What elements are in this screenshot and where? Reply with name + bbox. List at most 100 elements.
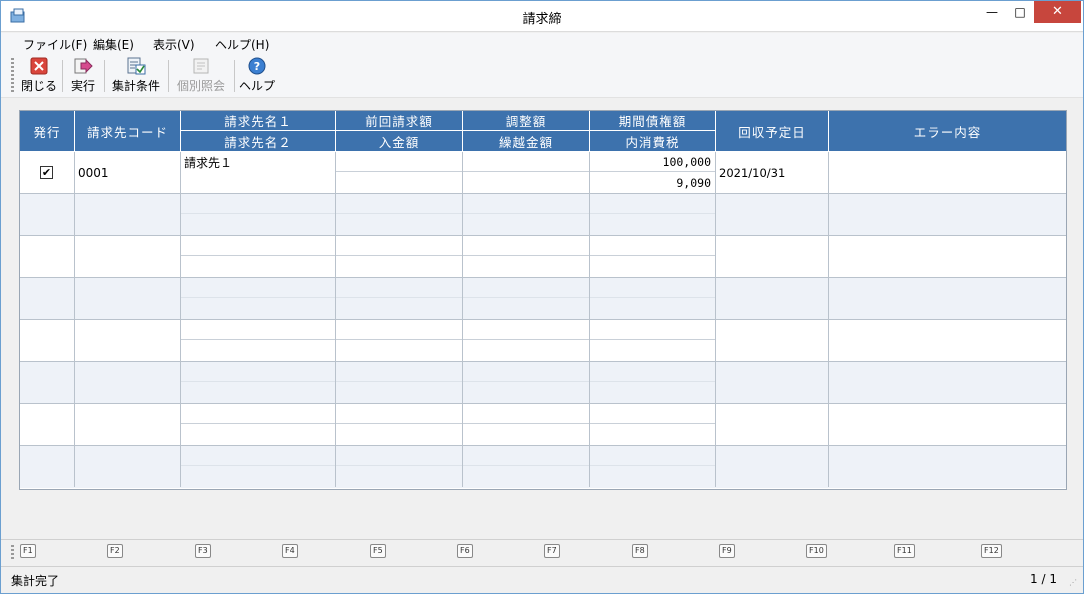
run-button[interactable]: 実行 xyxy=(67,57,99,95)
name1-subcell[interactable] xyxy=(181,446,335,466)
period-debt-subcell[interactable] xyxy=(590,446,715,466)
prev-billing-subcell[interactable] xyxy=(336,446,462,466)
f6-key[interactable]: F6 xyxy=(457,544,473,558)
period-debt-subcell[interactable] xyxy=(590,236,715,256)
error-cell[interactable] xyxy=(829,446,1066,487)
adjustment-cell[interactable] xyxy=(463,194,590,235)
header-prev-billing[interactable]: 前回請求額 xyxy=(336,111,463,131)
adjustment-subcell[interactable] xyxy=(463,320,589,340)
prev-billing-cell[interactable] xyxy=(336,236,463,277)
f12-key[interactable]: F12 xyxy=(981,544,1002,558)
name1-subcell[interactable] xyxy=(181,278,335,298)
header-name2[interactable]: 請求先名２ xyxy=(181,131,336,152)
name-cell[interactable] xyxy=(181,278,336,319)
adjustment-subcell[interactable] xyxy=(463,446,589,466)
issue-cell[interactable] xyxy=(20,404,75,445)
table-row[interactable] xyxy=(20,278,1066,320)
adjustment-subcell[interactable] xyxy=(463,194,589,214)
conditions-button[interactable]: 集計条件 xyxy=(109,57,163,95)
name1-subcell[interactable] xyxy=(181,194,335,214)
f11-key[interactable]: F11 xyxy=(894,544,915,558)
resize-grip-icon[interactable]: ⋰ xyxy=(1069,578,1079,588)
header-issue[interactable]: 発行 xyxy=(20,111,75,152)
adjustment-cell[interactable] xyxy=(463,278,590,319)
error-cell[interactable] xyxy=(829,320,1066,361)
prev-billing-cell[interactable] xyxy=(336,194,463,235)
collect-date-cell[interactable] xyxy=(716,236,829,277)
error-cell[interactable] xyxy=(829,278,1066,319)
name1-subcell[interactable] xyxy=(181,236,335,256)
menu-help[interactable]: ヘルプ(H) xyxy=(215,36,269,53)
prev-billing-subcell[interactable] xyxy=(336,194,462,214)
name1-subcell[interactable] xyxy=(181,362,335,382)
menu-view[interactable]: 表示(V) xyxy=(153,36,195,53)
period-debt-cell[interactable]: 100,000 9,090 xyxy=(590,152,716,193)
adjustment-cell[interactable] xyxy=(463,152,590,193)
name-cell[interactable]: 請求先１ xyxy=(181,152,336,193)
table-row[interactable] xyxy=(20,194,1066,236)
header-name1[interactable]: 請求先名１ xyxy=(181,111,336,131)
adjustment-subcell[interactable] xyxy=(463,362,589,382)
adjustment-subcell[interactable] xyxy=(463,236,589,256)
f9-key[interactable]: F9 xyxy=(719,544,735,558)
issue-cell[interactable] xyxy=(20,320,75,361)
collect-date-cell[interactable] xyxy=(716,278,829,319)
error-cell[interactable] xyxy=(829,152,1066,193)
toolbar-grip[interactable] xyxy=(11,58,14,94)
name-cell[interactable] xyxy=(181,404,336,445)
table-row[interactable] xyxy=(20,320,1066,362)
f8-key[interactable]: F8 xyxy=(632,544,648,558)
prev-billing-cell[interactable] xyxy=(336,446,463,487)
f4-key[interactable]: F4 xyxy=(282,544,298,558)
f10-key[interactable]: F10 xyxy=(806,544,827,558)
adjustment-cell[interactable] xyxy=(463,446,590,487)
f5-key[interactable]: F5 xyxy=(370,544,386,558)
f1-key[interactable]: F1 xyxy=(20,544,36,558)
f7-key[interactable]: F7 xyxy=(544,544,560,558)
period-debt-subcell[interactable] xyxy=(590,194,715,214)
header-collect-date[interactable]: 回収予定日 xyxy=(716,111,829,152)
table-row[interactable] xyxy=(20,404,1066,446)
table-row[interactable]: ✔ 0001 請求先１ 100,000 9,090 2021/10/31 xyxy=(20,152,1066,194)
name-cell[interactable] xyxy=(181,446,336,487)
name-cell[interactable] xyxy=(181,236,336,277)
adjustment-subcell[interactable] xyxy=(463,278,589,298)
prev-billing-cell[interactable] xyxy=(336,320,463,361)
table-row[interactable] xyxy=(20,362,1066,404)
error-cell[interactable] xyxy=(829,236,1066,277)
period-debt-cell[interactable] xyxy=(590,446,716,487)
error-cell[interactable] xyxy=(829,194,1066,235)
header-tax[interactable]: 内消費税 xyxy=(590,131,716,152)
collect-date-cell[interactable] xyxy=(716,194,829,235)
period-debt-cell[interactable] xyxy=(590,404,716,445)
header-error[interactable]: エラー内容 xyxy=(829,111,1066,152)
header-period-debt[interactable]: 期間債権額 xyxy=(590,111,716,131)
minimize-button[interactable]: — xyxy=(977,1,1007,23)
period-debt-cell[interactable] xyxy=(590,236,716,277)
code-cell[interactable] xyxy=(75,236,181,277)
collect-date-cell[interactable] xyxy=(716,320,829,361)
collect-date-cell[interactable] xyxy=(716,446,829,487)
menu-edit[interactable]: 編集(E) xyxy=(93,36,134,53)
error-cell[interactable] xyxy=(829,362,1066,403)
code-cell[interactable] xyxy=(75,320,181,361)
table-row[interactable] xyxy=(20,236,1066,278)
f2-key[interactable]: F2 xyxy=(107,544,123,558)
help-button[interactable]: ? ヘルプ xyxy=(239,57,275,95)
header-carryover[interactable]: 繰越金額 xyxy=(463,131,590,152)
adjustment-subcell[interactable] xyxy=(463,404,589,424)
individual-inquiry-button[interactable]: 個別照会 xyxy=(173,57,229,95)
period-debt-cell[interactable] xyxy=(590,194,716,235)
prev-billing-subcell[interactable] xyxy=(336,278,462,298)
code-cell[interactable] xyxy=(75,446,181,487)
collect-date-cell[interactable]: 2021/10/31 xyxy=(716,152,829,193)
code-cell[interactable] xyxy=(75,404,181,445)
collect-date-cell[interactable] xyxy=(716,404,829,445)
close-button[interactable]: 閉じる xyxy=(21,57,57,95)
period-debt-cell[interactable] xyxy=(590,278,716,319)
period-debt-subcell[interactable] xyxy=(590,278,715,298)
table-row[interactable] xyxy=(20,446,1066,488)
collect-date-cell[interactable] xyxy=(716,362,829,403)
name-cell[interactable] xyxy=(181,362,336,403)
issue-cell[interactable] xyxy=(20,362,75,403)
